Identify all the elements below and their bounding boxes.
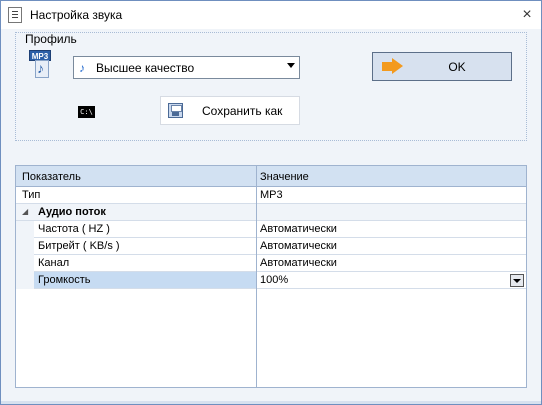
sound-settings-window: Настройка звука × Профиль MP3 ♪ Высшее к… [0, 0, 542, 405]
property-row-type[interactable]: Тип MP3 [16, 187, 526, 204]
property-value[interactable]: Автоматически [260, 223, 337, 235]
property-row-volume[interactable]: Громкость 100% [16, 272, 526, 289]
category-name: Аудио поток [38, 206, 106, 218]
floppy-disk-icon [168, 103, 183, 118]
music-note-icon [35, 60, 49, 78]
property-name: Громкость [38, 274, 91, 286]
header-property[interactable]: Показатель [22, 171, 81, 183]
property-name: Канал [38, 257, 70, 269]
bottom-edge [1, 401, 541, 404]
dropdown-button[interactable] [510, 274, 524, 287]
ok-label: OK [448, 60, 466, 74]
save-as-button[interactable]: Сохранить как [160, 96, 300, 125]
chevron-down-icon[interactable] [287, 63, 295, 68]
grid-header: Показатель Значение [16, 166, 526, 187]
collapse-triangle-icon[interactable]: ◢ [22, 207, 28, 216]
header-value[interactable]: Значение [260, 171, 309, 183]
property-name: Тип [22, 189, 41, 201]
property-grid[interactable]: Показатель Значение Тип MP3 ◢ Аудио пото… [15, 165, 527, 388]
mp3-file-icon: MP3 [29, 50, 55, 80]
property-row-frequency[interactable]: Частота ( HZ ) Автоматически [16, 221, 526, 238]
ok-button[interactable]: OK [372, 52, 512, 81]
property-name: Битрейт ( KB/s ) [38, 240, 120, 252]
close-button[interactable]: × [516, 4, 538, 26]
property-row-channel[interactable]: Канал Автоматически [16, 255, 526, 272]
property-name: Частота ( HZ ) [38, 223, 110, 235]
music-note-icon: ♪ [79, 61, 85, 75]
window-title: Настройка звука [30, 8, 123, 22]
app-icon [8, 7, 22, 23]
indent-bar [16, 272, 34, 289]
profile-select-value: Высшее качество [96, 61, 195, 75]
property-value[interactable]: MP3 [260, 189, 283, 201]
indent-bar [16, 255, 34, 272]
category-audio-stream[interactable]: ◢ Аудио поток [16, 204, 526, 221]
save-as-label: Сохранить как [202, 104, 283, 118]
profile-select[interactable]: ♪ Высшее качество [73, 56, 300, 79]
profile-group-label: Профиль [25, 32, 77, 46]
property-row-bitrate[interactable]: Битрейт ( KB/s ) Автоматически [16, 238, 526, 255]
indent-bar [16, 238, 34, 255]
title-bar[interactable]: Настройка звука × [1, 1, 541, 29]
property-value[interactable]: 100% [260, 274, 288, 286]
property-value[interactable]: Автоматически [260, 257, 337, 269]
command-prompt-icon: C:\ [78, 106, 95, 118]
property-value[interactable]: Автоматически [260, 240, 337, 252]
column-divider[interactable] [256, 166, 257, 387]
indent-bar [16, 221, 34, 238]
